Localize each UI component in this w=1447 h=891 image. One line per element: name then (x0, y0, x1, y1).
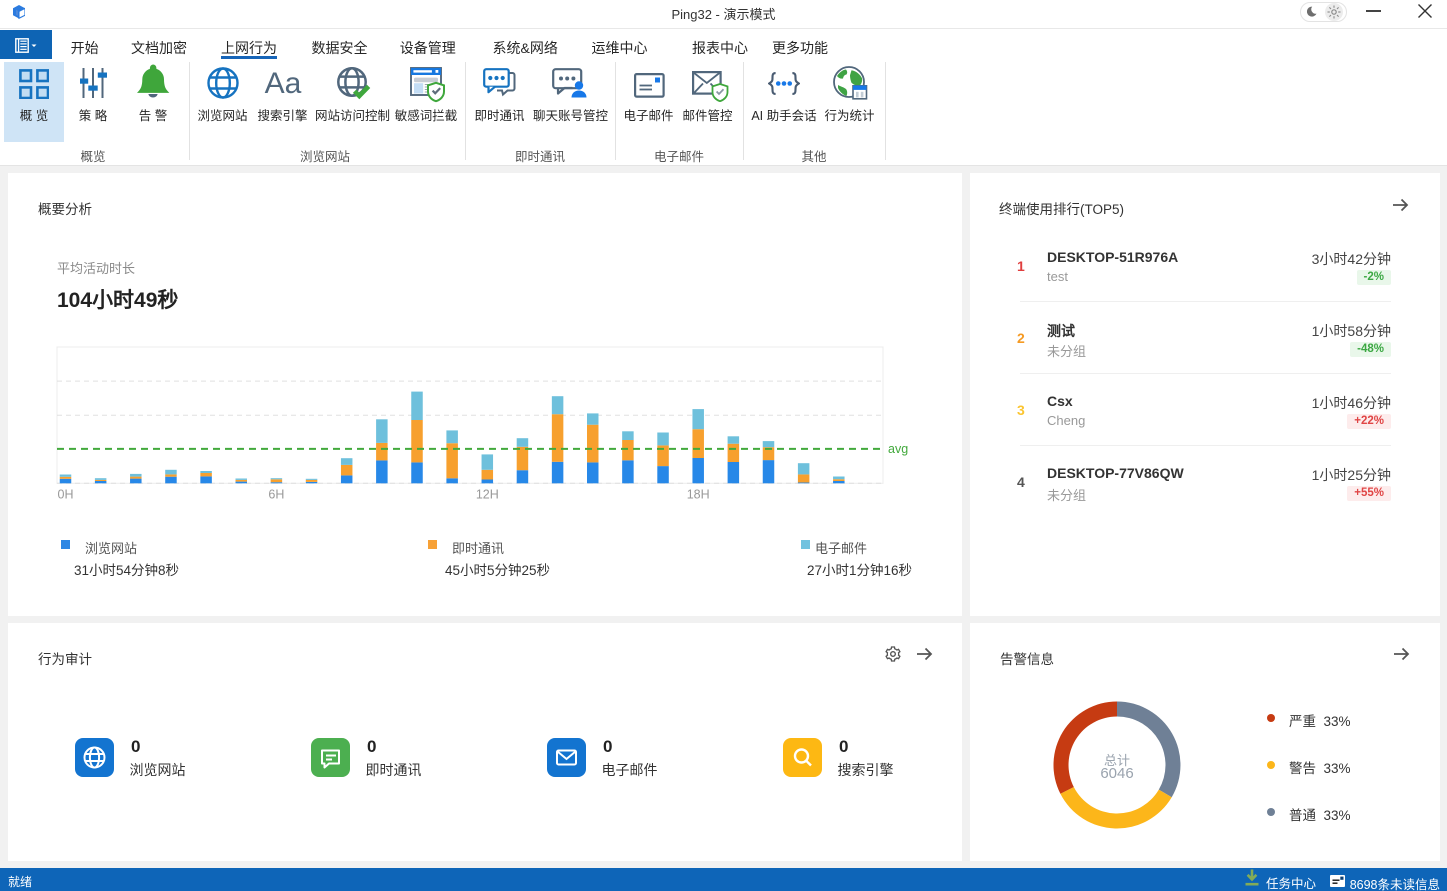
svg-text:avg: avg (888, 442, 908, 456)
svg-text:18H: 18H (687, 488, 710, 502)
svg-text:0H: 0H (58, 488, 74, 502)
svg-text:12H: 12H (476, 488, 499, 502)
svg-text:6H: 6H (268, 488, 284, 502)
